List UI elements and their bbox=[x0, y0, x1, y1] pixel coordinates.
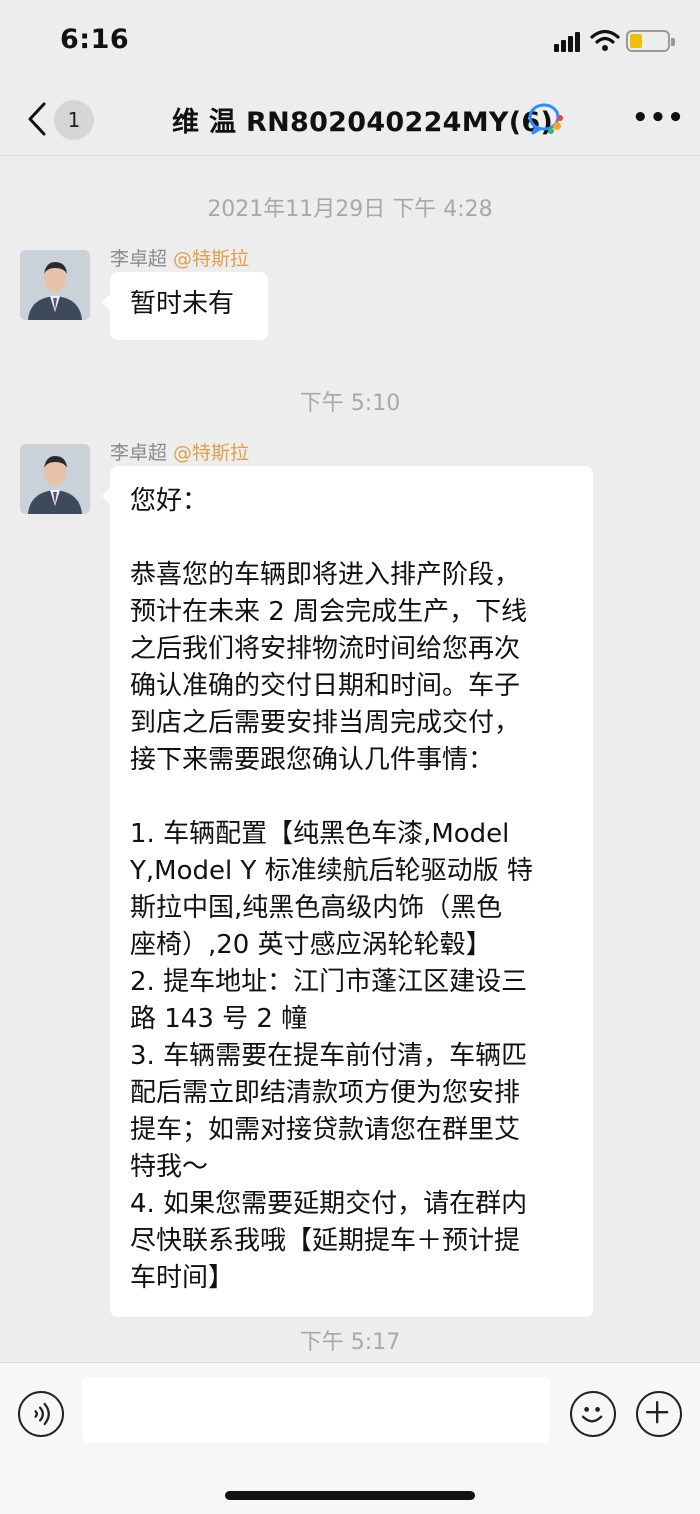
message-line: 3. 车辆需要在提车前付清，车辆匹 bbox=[130, 1041, 528, 1071]
message-line: 4. 如果您需要延期交付，请在群内 bbox=[130, 1189, 528, 1219]
message-line: 1. 车辆配置【纯黑色车漆,Model bbox=[130, 819, 510, 849]
message-input[interactable] bbox=[82, 1377, 550, 1443]
chat-header: 1 维 温 RN802040224MY(6) ••• bbox=[0, 84, 700, 156]
message-line: Y,Model Y 标准续航后轮驱动版 特 bbox=[130, 856, 533, 886]
message-line: 之后我们将安排物流时间给您再次 bbox=[130, 634, 521, 664]
timestamp: 下午 5:10 bbox=[299, 391, 401, 416]
message-line: 接下来需要跟您确认几件事情： bbox=[130, 745, 495, 775]
status-time: 6:16 bbox=[60, 24, 130, 55]
message-line: 暂时未有 bbox=[130, 289, 235, 319]
message-line: 恭喜您的车辆即将进入排产阶段， bbox=[130, 560, 521, 590]
chat-title: 维 温 RN802040224MY(6) bbox=[172, 107, 554, 138]
message-line: 确认准确的交付日期和时间。车子 bbox=[130, 671, 521, 701]
sender-name-text: 李卓超 bbox=[110, 248, 168, 270]
message-line: 预计在未来 2 周会完成生产，下线 bbox=[130, 597, 528, 627]
sender-name: 李卓超 @特斯拉 bbox=[110, 438, 249, 465]
signal-icon bbox=[554, 30, 584, 52]
chevron-left-icon[interactable] bbox=[24, 100, 52, 138]
sender-org-tag: @特斯拉 bbox=[173, 248, 250, 270]
more-dots-icon[interactable]: ••• bbox=[632, 105, 684, 134]
message-bubble[interactable]: 暂时未有 bbox=[102, 272, 268, 340]
message-bubble[interactable]: 您好： 恭喜您的车辆即将进入排产阶段， 预计在未来 2 周会完成生产，下线 之后… bbox=[102, 466, 593, 1317]
home-indicator[interactable] bbox=[225, 1491, 475, 1500]
message-line: 2. 提车地址：江门市蓬江区建设三 bbox=[130, 967, 528, 997]
message-line bbox=[130, 520, 575, 557]
message-line: 路 143 号 2 幢 bbox=[130, 1004, 308, 1034]
plus-icon[interactable] bbox=[636, 1391, 682, 1437]
chat-input-bar bbox=[0, 1362, 700, 1514]
message-line: 车时间】 bbox=[130, 1263, 235, 1293]
sender-name: 李卓超 @特斯拉 bbox=[110, 244, 249, 271]
message-line: 配后需立即结清款项方便为您安排 bbox=[130, 1078, 521, 1108]
group-chat-icon bbox=[528, 103, 563, 135]
timestamp: 2021年11月29日 下午 4:28 bbox=[207, 197, 493, 222]
message-line bbox=[130, 779, 575, 816]
timestamp: 下午 5:17 bbox=[299, 1330, 401, 1355]
message-line: 斯拉中国,纯黑色高级内饰（黑色 bbox=[130, 893, 503, 923]
status-bar: 6:16 bbox=[0, 0, 700, 84]
voice-icon[interactable] bbox=[18, 1391, 64, 1437]
battery-icon bbox=[626, 30, 675, 52]
message-line: 座椅）,20 英寸感应涡轮轮毂】 bbox=[130, 930, 492, 960]
message-line: 到店之后需要安排当周完成交付， bbox=[130, 708, 521, 738]
avatar[interactable] bbox=[20, 250, 90, 320]
message-line: 特我～ bbox=[130, 1152, 209, 1182]
avatar[interactable] bbox=[20, 444, 90, 514]
unread-count-badge[interactable]: 1 bbox=[54, 100, 94, 140]
sender-name-text: 李卓超 bbox=[110, 442, 168, 464]
message-line: 提车；如需对接贷款请您在群里艾 bbox=[130, 1115, 521, 1145]
sender-org-tag: @特斯拉 bbox=[173, 442, 250, 464]
message-line: 您好： bbox=[130, 486, 209, 516]
emoji-icon[interactable] bbox=[570, 1391, 616, 1437]
wifi-icon bbox=[590, 29, 620, 51]
message-line: 尽快联系我哦【延期提车＋预计提 bbox=[130, 1226, 521, 1256]
